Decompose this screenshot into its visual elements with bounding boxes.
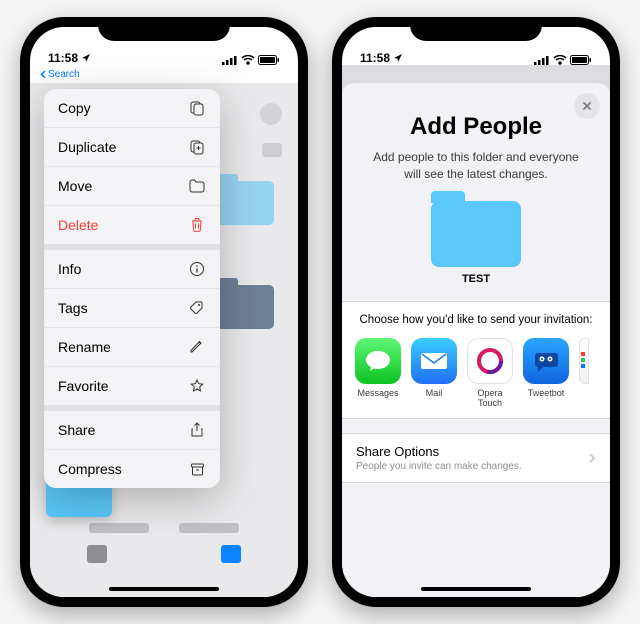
share-options-title: Share Options (356, 444, 522, 459)
share-options-row[interactable]: Share Options People you invite can make… (342, 433, 610, 483)
app-tweetbot[interactable]: Tweetbot (522, 338, 570, 408)
app-opera[interactable]: Opera Touch (466, 338, 514, 408)
copy-icon (188, 99, 206, 117)
share-options-subtitle: People you invite can make changes. (356, 461, 522, 472)
close-icon (582, 101, 592, 111)
apps-row: Messages Mail Opera Touch Tweetbot (342, 338, 610, 408)
menu-label: Duplicate (58, 139, 116, 155)
menu-tags[interactable]: Tags (44, 289, 220, 328)
phone-right: 11:58 Search Add People Add people to th… (332, 17, 620, 607)
menu-copy[interactable]: Copy (44, 89, 220, 128)
app-label: Opera Touch (466, 388, 514, 408)
folder-name: TEST (342, 273, 610, 285)
battery-icon (258, 55, 280, 65)
tweetbot-icon (523, 338, 569, 384)
menu-move[interactable]: Move (44, 167, 220, 206)
star-icon (188, 377, 206, 395)
wifi-icon (553, 55, 567, 65)
add-people-sheet: Add People Add people to this folder and… (342, 83, 610, 597)
menu-favorite[interactable]: Favorite (44, 367, 220, 411)
app-label: Messages (357, 388, 398, 398)
menu-label: Copy (58, 100, 91, 116)
sheet-title: Add People (342, 113, 610, 141)
menu-label: Tags (58, 300, 88, 316)
menu-duplicate[interactable]: Duplicate (44, 128, 220, 167)
archive-icon (188, 460, 206, 478)
menu-label: Delete (58, 217, 98, 233)
signal-icon (534, 55, 550, 65)
mail-icon (411, 338, 457, 384)
menu-info[interactable]: Info (44, 250, 220, 289)
notch (410, 17, 542, 41)
home-indicator[interactable] (421, 587, 531, 591)
menu-label: Favorite (58, 378, 109, 394)
sheet-subtitle: Add people to this folder and everyone w… (342, 149, 610, 183)
menu-label: Move (58, 178, 92, 194)
menu-delete[interactable]: Delete (44, 206, 220, 250)
app-mail[interactable]: Mail (410, 338, 458, 408)
menu-label: Info (58, 261, 81, 277)
duplicate-icon (188, 138, 206, 156)
phone-left: 11:58 Search (20, 17, 308, 607)
more-app-icon (579, 338, 589, 384)
screen-context-menu: 11:58 Search (30, 27, 298, 597)
menu-label: Share (58, 422, 95, 438)
messages-icon (355, 338, 401, 384)
folder-icon (188, 177, 206, 195)
close-button[interactable] (574, 93, 600, 119)
share-icon (188, 421, 206, 439)
folder-icon (431, 201, 521, 267)
status-time: 11:58 (48, 51, 78, 65)
menu-share[interactable]: Share (44, 411, 220, 450)
info-icon (188, 260, 206, 278)
trash-icon (188, 216, 206, 234)
battery-icon (570, 55, 592, 65)
wifi-icon (241, 55, 255, 65)
send-invitation-section: Choose how you'd like to send your invit… (342, 301, 610, 419)
signal-icon (222, 55, 238, 65)
notch (98, 17, 230, 41)
status-time: 11:58 (360, 51, 390, 65)
opera-icon (467, 338, 513, 384)
app-messages[interactable]: Messages (354, 338, 402, 408)
menu-rename[interactable]: Rename (44, 328, 220, 367)
back-search-label: Search (48, 69, 80, 80)
app-more[interactable] (578, 338, 590, 408)
back-search[interactable]: Search (40, 69, 80, 80)
screen-add-people: 11:58 Search Add People Add people to th… (342, 27, 610, 597)
home-indicator[interactable] (109, 587, 219, 591)
pencil-icon (188, 338, 206, 356)
menu-compress[interactable]: Compress (44, 450, 220, 488)
tag-icon (188, 299, 206, 317)
app-label: Tweetbot (528, 388, 565, 398)
context-menu: Copy Duplicate Move Delete Info Tags Ren… (44, 89, 220, 488)
location-icon (393, 53, 403, 63)
send-title: Choose how you'd like to send your invit… (342, 314, 610, 326)
menu-label: Rename (58, 339, 111, 355)
app-label: Mail (426, 388, 443, 398)
location-icon (81, 53, 91, 63)
chevron-right-icon (588, 452, 596, 464)
menu-label: Compress (58, 461, 122, 477)
